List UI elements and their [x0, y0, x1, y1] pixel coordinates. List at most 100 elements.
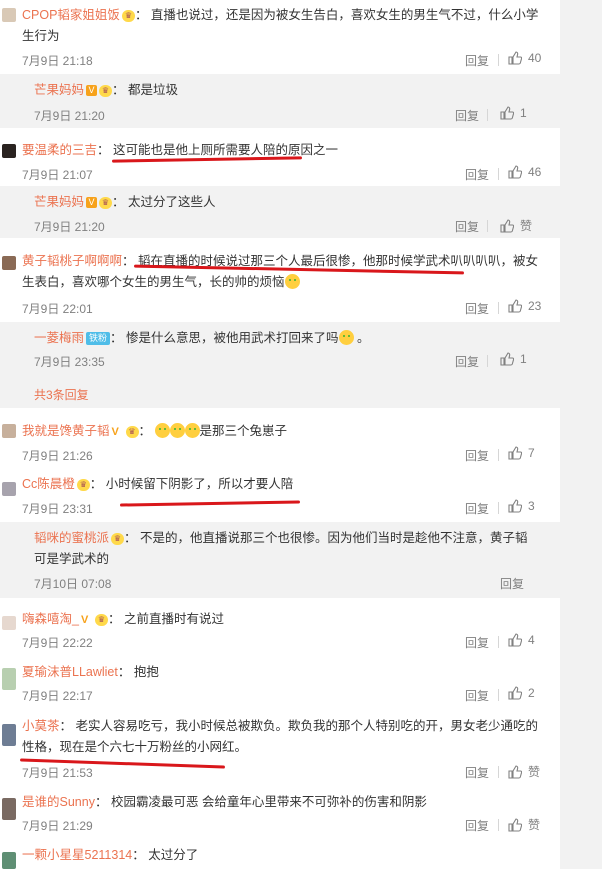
- username-link[interactable]: 韬咪的蜜桃派: [34, 531, 109, 545]
- sub-comment-item: 芒果妈妈 V ♛： 太过分了这些人 7月9日 21:20 回复 赞: [0, 186, 560, 238]
- username-link[interactable]: 嗨森嘻淘_: [22, 612, 79, 626]
- avatar[interactable]: [2, 798, 16, 820]
- reply-button[interactable]: 回复: [465, 52, 489, 69]
- thumb-up-icon: [508, 764, 522, 779]
- highlight-underline: [119, 500, 301, 507]
- angry-emoji-icon: [154, 423, 170, 438]
- username-link[interactable]: CPOP韬家姐姐饭: [22, 8, 120, 22]
- comment-text: 一颗小星星5211314： 太过分了: [22, 848, 199, 862]
- avatar[interactable]: [2, 8, 16, 22]
- comment-item: 夏瑜沫普LLawliet： 抱抱 7月9日 22:17 回复 2: [0, 658, 560, 708]
- username-link[interactable]: 要温柔的三吉: [22, 143, 97, 157]
- comment-body: 是那三个兔崽子: [199, 424, 288, 438]
- thumb-up-icon: [508, 499, 522, 513]
- username-link[interactable]: 我就是馋黄子韬: [22, 424, 110, 438]
- avatar[interactable]: [2, 144, 16, 158]
- like-button[interactable]: 3: [508, 499, 535, 513]
- sub-comment-item: 韬咪的蜜桃派 ♛： 不是的，他直播说那三个也很惨。因为他们当时是趁他不注意，黄子韬…: [0, 522, 560, 598]
- comment-text: 是谁的Sunny： 校园霸凌最可恶 会给童年心里带来不可弥补的伤害和阴影: [22, 795, 427, 809]
- reply-button[interactable]: 回复: [465, 764, 489, 781]
- avatar[interactable]: [2, 482, 16, 496]
- like-count: 3: [528, 499, 535, 513]
- avatar[interactable]: [2, 724, 16, 746]
- divider: [498, 636, 499, 648]
- avatar[interactable]: [2, 616, 16, 630]
- avatar[interactable]: [2, 424, 16, 438]
- sub-comment-item: 芒果妈妈 V ♛： 都是垃圾 7月9日 21:20 回复 1: [0, 74, 560, 128]
- angry-emoji-icon: [169, 423, 185, 438]
- like-button[interactable]: 40: [508, 51, 541, 65]
- username-link[interactable]: 黄子韬桃子啊啊啊: [22, 254, 122, 268]
- username-link[interactable]: 芒果妈妈: [34, 83, 84, 97]
- timestamp: 7月9日 22:01: [22, 302, 93, 316]
- timestamp: 7月9日 23:35: [34, 355, 105, 369]
- fan-crown-icon: ♛: [111, 532, 125, 545]
- username-link[interactable]: 是谁的Sunny: [22, 795, 95, 809]
- comment-body: 小时候留下阴影了，所以才要人陪: [105, 477, 294, 491]
- reply-button[interactable]: 回复: [455, 353, 479, 370]
- reply-button[interactable]: 回复: [465, 817, 489, 834]
- like-button[interactable]: 1: [500, 352, 527, 366]
- like-button[interactable]: 46: [508, 165, 541, 179]
- smile-emoji-icon: [338, 330, 354, 345]
- comment-body: 都是垃圾: [128, 83, 179, 97]
- verified-v-icon: V: [86, 85, 98, 97]
- divider: [498, 766, 499, 778]
- comment-item: CPOP韬家姐姐饭 ♛： 直播也说过，还是因为被女生告白，喜欢女生的男生气不过，什…: [0, 0, 560, 72]
- timestamp: 7月9日 21:29: [22, 819, 93, 833]
- reply-button[interactable]: 回复: [455, 107, 479, 124]
- timestamp: 7月9日 21:53: [22, 766, 93, 780]
- comment-item: 一颗小星星5211314： 太过分了: [0, 842, 560, 869]
- username-link[interactable]: 小莫茶: [22, 719, 60, 733]
- timestamp: 7月9日 22:17: [22, 689, 93, 703]
- comment-text: 韬咪的蜜桃派 ♛： 不是的，他直播说那三个也很惨。因为他们当时是趁他不注意，黄子韬…: [34, 531, 528, 566]
- timestamp: 7月9日 21:20: [34, 220, 105, 234]
- like-button[interactable]: 4: [508, 633, 535, 647]
- username-link[interactable]: 夏瑜沫普LLawliet: [22, 665, 118, 679]
- reply-button[interactable]: 回复: [465, 500, 489, 517]
- like-button[interactable]: 1: [500, 106, 527, 120]
- comment-text: 我就是馋黄子韬 V ♛： 是那三个兔崽子: [22, 423, 288, 438]
- like-button[interactable]: 赞: [508, 763, 540, 780]
- thumb-up-icon: [508, 299, 522, 313]
- like-button[interactable]: 2: [508, 686, 535, 700]
- like-button[interactable]: 23: [508, 299, 541, 313]
- reply-button[interactable]: 回复: [465, 687, 489, 704]
- fan-badge: 铁粉: [86, 332, 111, 346]
- username-link[interactable]: 芒果妈妈: [34, 195, 84, 209]
- like-count: 7: [528, 446, 535, 460]
- fan-crown-icon: ♛: [121, 9, 135, 22]
- like-count: 赞: [528, 765, 541, 779]
- like-button[interactable]: 赞: [508, 816, 540, 833]
- avatar[interactable]: [2, 256, 16, 270]
- reply-button[interactable]: 回复: [465, 447, 489, 464]
- avatar[interactable]: [2, 668, 16, 690]
- comment-text: 夏瑜沫普LLawliet： 抱抱: [22, 665, 159, 679]
- divider: [487, 220, 488, 232]
- reply-button[interactable]: 回复: [465, 166, 489, 183]
- divider: [487, 355, 488, 367]
- divider: [498, 689, 499, 701]
- sub-comment-item: 一菱梅雨 铁粉： 惨是什么意思，被他用武术打回来了吗 。 7月9日 23:35 回…: [0, 322, 560, 408]
- reply-button[interactable]: 回复: [465, 300, 489, 317]
- like-count: 23: [528, 299, 542, 313]
- timestamp: 7月9日 22:22: [22, 636, 93, 650]
- username-link[interactable]: 一颗小星星5211314: [22, 848, 132, 862]
- reply-button[interactable]: 回复: [465, 634, 489, 651]
- reply-button[interactable]: 回复: [455, 218, 479, 235]
- like-count: 1: [520, 106, 527, 120]
- thumb-up-icon: [508, 51, 522, 65]
- like-button[interactable]: 7: [508, 446, 535, 460]
- avatar[interactable]: [2, 852, 16, 869]
- reply-button[interactable]: 回复: [500, 575, 524, 592]
- view-more-replies-link[interactable]: 共3条回复: [34, 386, 89, 403]
- verified-v-icon: V: [86, 197, 98, 209]
- username-link[interactable]: 一菱梅雨: [34, 331, 84, 345]
- fan-crown-icon: ♛: [99, 196, 113, 209]
- username-link[interactable]: Cc陈晨橙: [22, 477, 75, 491]
- like-button[interactable]: 赞: [500, 217, 532, 234]
- divider: [498, 302, 499, 314]
- comment-item: 小莫茶： 老实人容易吃亏，我小时候总被欺负。欺负我的那个人特别吃的开，男女老少通…: [0, 712, 560, 784]
- verified-v-icon: V: [80, 613, 89, 626]
- comment-text: 小莫茶： 老实人容易吃亏，我小时候总被欺负。欺负我的那个人特别吃的开，男女老少通…: [22, 719, 539, 754]
